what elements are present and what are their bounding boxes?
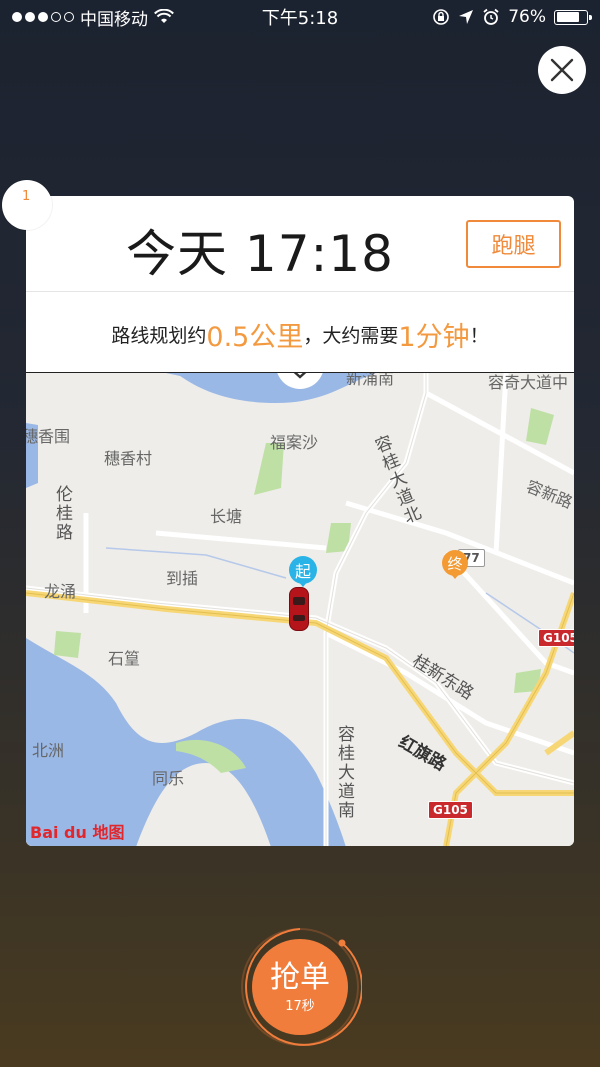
route-prefix: 路线规划约 <box>111 324 207 347</box>
wifi-icon <box>154 9 174 23</box>
route-middle: ，大约需要 <box>303 324 399 347</box>
highway-shield: G105 <box>538 629 574 647</box>
route-suffix: ！ <box>469 324 489 347</box>
road-label: 伦桂路 <box>52 485 72 542</box>
place-label: 龙涌 <box>44 582 77 601</box>
end-pin[interactable]: 终 <box>442 550 468 579</box>
grab-order-label: 抢单 <box>270 959 330 995</box>
route-duration: 1分钟 <box>398 321 470 353</box>
order-card[interactable]: 1 今天 17:18 跑腿 路线规划约 0.5公里 ，大约需要 1分钟 ！ 新涌… <box>2 180 574 846</box>
signal-strength-icon <box>12 12 74 22</box>
place-label: 穗香围 <box>26 427 71 446</box>
battery-icon <box>554 9 592 25</box>
baidu-map-logo: Bai du 地图 <box>30 819 124 843</box>
place-label: 北洲 <box>32 741 65 760</box>
place-label: 福案沙 <box>270 433 319 452</box>
close-icon <box>550 58 574 82</box>
highway-shield: G105 <box>428 801 473 819</box>
place-label: 石篁 <box>108 649 141 668</box>
battery-percent: 76% <box>508 7 546 27</box>
place-label: 同乐 <box>152 769 185 788</box>
route-map[interactable]: 新涌南 容奇大道中 穗香围 穗香村 福案沙 长塘 到插 龙涌 石篁 北洲 同乐 … <box>26 372 574 846</box>
carrier-label: 中国移动 <box>80 9 148 30</box>
location-arrow-icon <box>459 10 474 24</box>
order-header: 今天 17:18 跑腿 <box>26 196 574 292</box>
place-label: 新涌南 <box>346 372 395 388</box>
grab-countdown: 17秒 <box>285 998 315 1014</box>
grab-order-button[interactable]: 抢单 17秒 <box>252 939 348 1035</box>
status-right: 76% <box>432 7 592 27</box>
place-label: 容奇大道中 <box>488 373 569 392</box>
baidu-logo-text: Bai du 地图 <box>30 823 125 842</box>
chevron-down-icon <box>293 373 307 379</box>
route-summary: 路线规划约 0.5公里 ，大约需要 1分钟 ！ <box>26 292 574 372</box>
order-time: 今天 17:18 <box>126 225 394 283</box>
route-distance: 0.5公里 <box>206 321 304 353</box>
status-bar: 中国移动 下午5:18 76% <box>0 0 600 34</box>
order-type-button[interactable]: 跑腿 <box>466 220 561 268</box>
close-button[interactable] <box>538 46 586 94</box>
place-label: 穗香村 <box>104 449 153 468</box>
place-label: 长塘 <box>210 507 243 526</box>
alarm-icon <box>483 8 499 25</box>
status-left: 中国移动 <box>12 5 174 30</box>
place-label: 到插 <box>166 569 199 588</box>
rotation-lock-icon <box>433 9 450 25</box>
car-icon <box>289 587 309 631</box>
road-label: 容桂大道南 <box>334 725 354 820</box>
start-pin[interactable]: 起 <box>289 556 317 587</box>
